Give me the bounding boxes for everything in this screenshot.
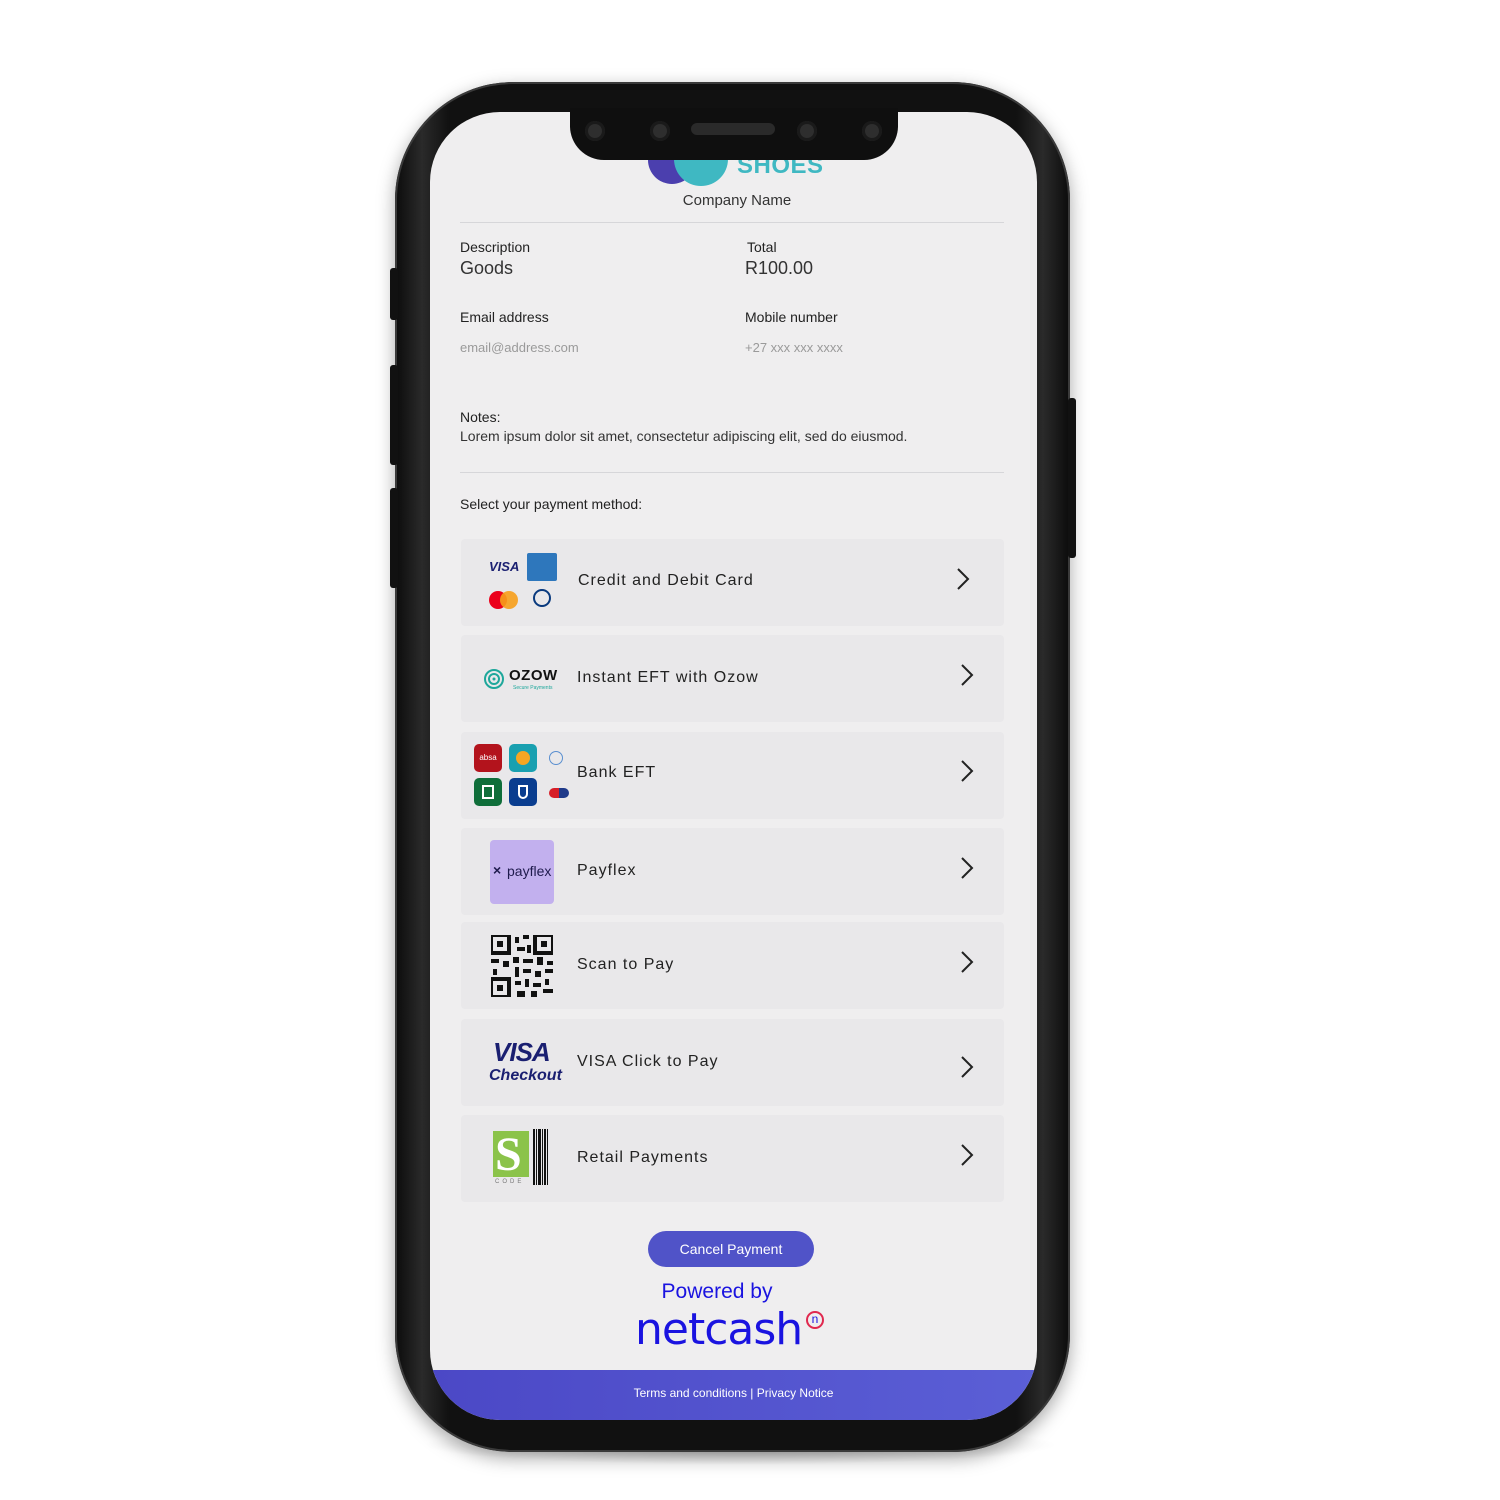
standard-bank-logo <box>509 778 537 806</box>
method-label-bank-eft: Bank EFT <box>577 764 657 781</box>
front-camera-icon <box>585 121 605 141</box>
netcash-logo: netcash <box>635 1304 803 1355</box>
divider-top <box>460 222 1004 223</box>
netcash-mark-letter: n <box>811 1312 819 1326</box>
chevron-right-icon <box>960 856 974 880</box>
notes-text: Lorem ipsum dolor sit amet, consectetur … <box>460 428 908 444</box>
payflex-wordmark: payflex <box>507 863 552 879</box>
chevron-right-icon <box>960 1143 974 1167</box>
side-button-power <box>1068 398 1076 558</box>
amex-logo <box>527 553 557 581</box>
chevron-right-icon <box>960 950 974 974</box>
mobile-field[interactable]: +27 xxx xxx xxxx <box>745 340 995 355</box>
visa-checkout-icon: VISA Checkout <box>487 1033 567 1089</box>
payment-method-visa-click-to-pay[interactable]: VISA Checkout VISA Click to Pay <box>461 1019 1004 1106</box>
ozow-wordmark: OZOW <box>509 667 558 684</box>
payflex-logo-icon: × payflex <box>490 840 554 904</box>
chevron-right-icon <box>956 567 970 591</box>
payflex-x-mark: × <box>493 862 502 878</box>
company-name: Company Name <box>682 192 792 209</box>
absa-logo: absa <box>474 744 502 772</box>
method-label-retail-payments: Retail Payments <box>577 1149 709 1166</box>
chevron-right-icon <box>960 759 974 783</box>
sensor-icon <box>650 121 670 141</box>
method-label-scan-to-pay: Scan to Pay <box>577 956 675 973</box>
side-button-volume-down <box>390 488 398 588</box>
email-label: Email address <box>460 309 549 325</box>
phone-screen: SHOES Company Name Description Goods Tot… <box>430 112 1037 1420</box>
side-button-mute <box>390 268 398 320</box>
sensor-icon <box>797 121 817 141</box>
nedbank-logo <box>474 778 502 806</box>
fnb-logo <box>509 744 537 772</box>
method-label-visa-click-to-pay: VISA Click to Pay <box>577 1053 719 1070</box>
ozow-logo-icon: OZOW Secure Payments <box>483 665 565 695</box>
side-button-volume-up <box>390 365 398 465</box>
front-camera-icon <box>862 121 882 141</box>
mobile-label: Mobile number <box>745 309 838 325</box>
scode-barcode-icon: S CODE <box>493 1128 553 1189</box>
divider-middle <box>460 472 1004 473</box>
total-label: Total <box>747 239 777 255</box>
payment-method-scan-to-pay[interactable]: Scan to Pay <box>461 922 1004 1009</box>
bank-logos-icon: absa <box>472 742 572 808</box>
earpiece-speaker <box>691 123 775 135</box>
footer-bar: Terms and conditions | Privacy Notice <box>430 1370 1037 1420</box>
card-brands-icon: VISA <box>487 551 559 617</box>
payment-method-payflex[interactable]: × payflex Payflex <box>461 828 1004 915</box>
email-field[interactable]: email@address.com <box>460 340 710 355</box>
footer-links[interactable]: Terms and conditions | Privacy Notice <box>430 1386 1037 1400</box>
total-value: R100.00 <box>745 258 814 278</box>
description-value: Goods <box>460 258 514 278</box>
payment-method-retail-payments[interactable]: S CODE Retail Payments <box>461 1115 1004 1202</box>
mastercard-orange-circle <box>500 591 518 609</box>
method-label-ozow: Instant EFT with Ozow <box>577 669 759 686</box>
scode-letter: S <box>495 1128 522 1181</box>
qr-code-icon <box>489 933 555 999</box>
visa-logo: VISA <box>489 559 520 574</box>
payment-method-card[interactable]: VISA Credit and Debit Card <box>461 539 1004 626</box>
payment-method-heading: Select your payment method: <box>460 496 643 512</box>
notes-label: Notes: <box>460 409 501 425</box>
powered-by-text: Powered by <box>661 1280 773 1303</box>
chevron-right-icon <box>960 1055 974 1079</box>
payment-method-bank-eft[interactable]: absa Bank EFT <box>461 732 1004 819</box>
absa-text: absa <box>479 753 497 762</box>
chevron-right-icon <box>960 663 974 687</box>
investec-logo <box>549 751 563 765</box>
diners-club-logo <box>533 589 551 607</box>
capitec-logo <box>549 788 569 798</box>
description-label: Description <box>460 239 531 255</box>
netcash-mark-icon: n <box>806 1311 824 1329</box>
ozow-tagline: Secure Payments <box>513 685 553 691</box>
payment-method-ozow[interactable]: OZOW Secure Payments Instant EFT with Oz… <box>461 635 1004 722</box>
cancel-payment-button[interactable]: Cancel Payment <box>648 1231 814 1267</box>
visa-checkout-visa-text: VISA <box>493 1037 551 1067</box>
scode-caption: CODE <box>495 1179 525 1185</box>
method-label-card: Credit and Debit Card <box>578 572 754 589</box>
method-label-payflex: Payflex <box>577 862 637 879</box>
visa-checkout-checkout-text: Checkout <box>489 1067 562 1084</box>
